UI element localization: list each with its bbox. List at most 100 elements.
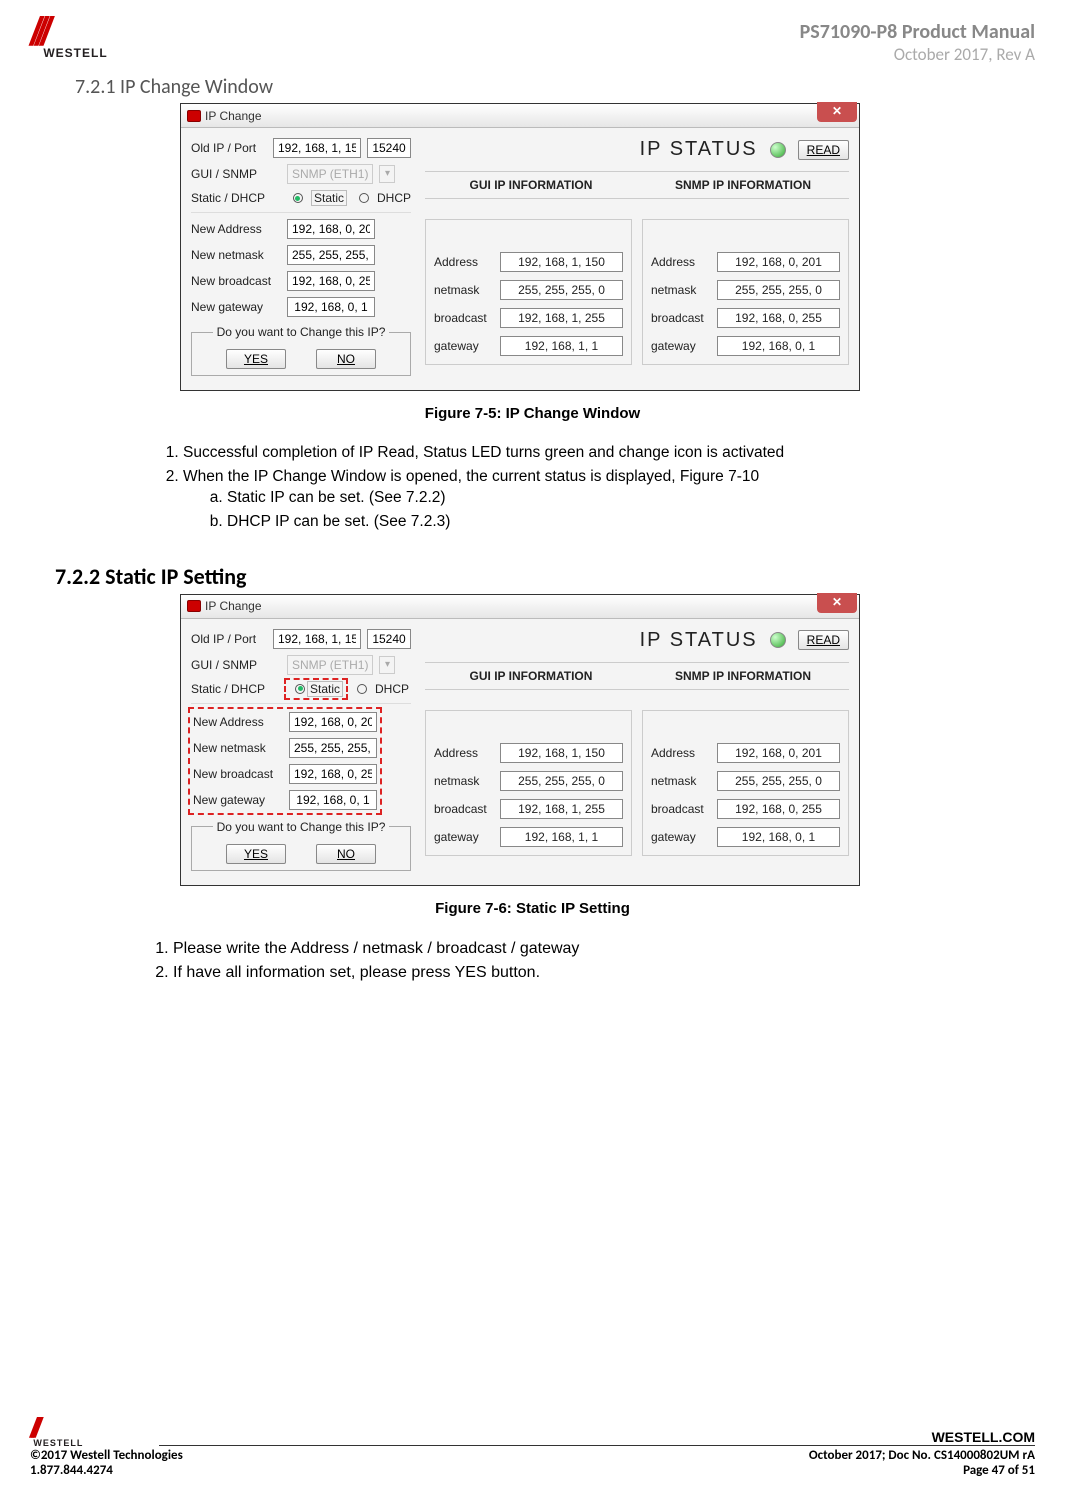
old-ip-input-2[interactable] <box>273 629 361 649</box>
section-721-heading: 7.2.1 IP Change Window <box>75 75 1035 99</box>
body1-item2a: Static IP can be set. (See 7.2.2) <box>227 487 975 509</box>
gui-gateway-value-2: 192, 168, 1, 1 <box>500 827 623 847</box>
gui-netmask-label: netmask <box>434 283 494 297</box>
snmp-gateway-label-2: gateway <box>651 830 711 844</box>
close-icon[interactable]: ✕ <box>817 102 857 122</box>
dhcp-radio-2[interactable] <box>357 684 367 694</box>
snmp-address-value-2: 192, 168, 0, 201 <box>717 743 840 763</box>
old-ip-port-label: Old IP / Port <box>191 141 267 155</box>
new-gateway-label-2: New gateway <box>193 793 283 807</box>
gui-broadcast-label-2: broadcast <box>434 802 494 816</box>
window-title-2: IP Change <box>205 599 262 613</box>
footer-logo-brand: WESTELL <box>33 1438 83 1448</box>
read-button[interactable]: READ <box>798 140 849 160</box>
gui-info-header: GUI IP INFORMATION <box>425 178 637 192</box>
footer-phone: 1.877.844.4274 <box>30 1463 183 1479</box>
old-port-input-2[interactable] <box>367 629 411 649</box>
body1-item2b: DHCP IP can be set. (See 7.2.3) <box>227 511 975 533</box>
gui-gateway-label-2: gateway <box>434 830 494 844</box>
footer-docno: October 2017; Doc No. CS14000802UM rA <box>809 1448 1035 1464</box>
gui-address-value-2: 192, 168, 1, 150 <box>500 743 623 763</box>
old-ip-input[interactable] <box>273 138 361 158</box>
snmp-info-header-2: SNMP IP INFORMATION <box>637 669 849 683</box>
old-port-input[interactable] <box>367 138 411 158</box>
new-netmask-label: New netmask <box>191 248 281 262</box>
confirm-question-2: Do you want to Change this IP? <box>213 820 390 834</box>
new-broadcast-label: New broadcast <box>191 274 281 288</box>
static-dhcp-label: Static / DHCP <box>191 191 281 205</box>
page-header: /// WESTELL PS71090-P8 Product Manual Oc… <box>30 20 1035 65</box>
gui-snmp-label-2: GUI / SNMP <box>191 658 281 672</box>
ip-change-window-fig2: IP Change ✕ Old IP / Port GUI / SNMP SNM… <box>180 594 860 886</box>
new-gateway-label: New gateway <box>191 300 281 314</box>
window-title: IP Change <box>205 109 262 123</box>
app-icon <box>187 110 201 122</box>
chevron-down-icon-2[interactable]: ▾ <box>379 656 395 674</box>
read-button-2[interactable]: READ <box>798 630 849 650</box>
ip-change-window-fig1: IP Change ✕ Old IP / Port GUI / SNMP SNM… <box>180 103 860 391</box>
chevron-down-icon[interactable]: ▾ <box>379 165 395 183</box>
new-address-input[interactable] <box>287 219 375 239</box>
dhcp-radio[interactable] <box>359 193 369 203</box>
figure-75-caption: Figure 7-5: IP Change Window <box>30 405 1035 422</box>
new-broadcast-input[interactable] <box>287 271 375 291</box>
snmp-address-label-2: Address <box>651 746 711 760</box>
snmp-gateway-label: gateway <box>651 339 711 353</box>
footer-logo-swoosh-icon: /// <box>30 1420 35 1437</box>
new-address-label-2: New Address <box>193 715 283 729</box>
body2-item1: Please write the Address / netmask / bro… <box>173 937 1035 961</box>
no-button[interactable]: NO <box>316 349 376 369</box>
gui-netmask-label-2: netmask <box>434 774 494 788</box>
yes-button[interactable]: YES <box>226 349 286 369</box>
gui-broadcast-value: 192, 168, 1, 255 <box>500 308 623 328</box>
snmp-netmask-value-2: 255, 255, 255, 0 <box>717 771 840 791</box>
gui-address-label: Address <box>434 255 494 269</box>
snmp-gateway-value-2: 192, 168, 0, 1 <box>717 827 840 847</box>
body2-item2: If have all information set, please pres… <box>173 961 1035 985</box>
yes-button-2[interactable]: YES <box>226 844 286 864</box>
app-icon-2 <box>187 600 201 612</box>
gui-info-box-2: Address192, 168, 1, 150 netmask255, 255,… <box>425 710 632 856</box>
close-icon-2[interactable]: ✕ <box>817 593 857 613</box>
new-netmask-input[interactable] <box>287 245 375 265</box>
figure-76-caption: Figure 7-6: Static IP Setting <box>30 900 1035 917</box>
snmp-broadcast-label-2: broadcast <box>651 802 711 816</box>
new-gateway-input[interactable] <box>287 297 375 317</box>
new-gateway-input-2[interactable] <box>289 790 377 810</box>
window-title-bar: IP Change ✕ <box>181 104 859 128</box>
header-right: PS71090-P8 Product Manual October 2017, … <box>800 20 1035 65</box>
confirm-question: Do you want to Change this IP? <box>213 325 390 339</box>
new-address-input-2[interactable] <box>289 712 377 732</box>
logo-brand-text: WESTELL <box>43 46 107 60</box>
snmp-netmask-label: netmask <box>651 283 711 297</box>
static-radio[interactable] <box>293 193 303 203</box>
ip-status-label-2: IP STATUS <box>640 629 758 652</box>
snmp-address-label: Address <box>651 255 711 269</box>
snmp-address-value: 192, 168, 0, 201 <box>717 252 840 272</box>
gui-netmask-value: 255, 255, 255, 0 <box>500 280 623 300</box>
static-radio-2[interactable] <box>295 684 305 694</box>
gui-address-value: 192, 168, 1, 150 <box>500 252 623 272</box>
ip-status-label: IP STATUS <box>640 138 758 161</box>
static-option-label: Static <box>311 190 347 206</box>
manual-title: PS71090-P8 Product Manual <box>800 20 1035 44</box>
new-netmask-input-2[interactable] <box>289 738 377 758</box>
gui-snmp-select-2[interactable]: SNMP (ETH1) <box>287 655 373 675</box>
section-722-heading: 7.2.2 Static IP Setting <box>55 563 1035 590</box>
body-text-722: Please write the Address / netmask / bro… <box>145 937 1035 985</box>
new-broadcast-input-2[interactable] <box>289 764 377 784</box>
body-text-721: Successful completion of IP Read, Status… <box>155 442 975 533</box>
no-button-2[interactable]: NO <box>316 844 376 864</box>
old-ip-port-label-2: Old IP / Port <box>191 632 267 646</box>
gui-broadcast-value-2: 192, 168, 1, 255 <box>500 799 623 819</box>
footer-logo: /// WESTELL <box>30 1420 83 1448</box>
snmp-info-box-2: Address192, 168, 0, 201 netmask255, 255,… <box>642 710 849 856</box>
snmp-broadcast-value: 192, 168, 0, 255 <box>717 308 840 328</box>
confirm-fieldset: Do you want to Change this IP? YES NO <box>191 325 411 376</box>
westell-logo: /// WESTELL <box>30 20 108 60</box>
snmp-info-header: SNMP IP INFORMATION <box>637 178 849 192</box>
logo-swoosh-icon: /// <box>30 20 45 44</box>
snmp-broadcast-value-2: 192, 168, 0, 255 <box>717 799 840 819</box>
gui-snmp-select[interactable]: SNMP (ETH1) <box>287 164 373 184</box>
confirm-fieldset-2: Do you want to Change this IP? YES NO <box>191 820 411 871</box>
